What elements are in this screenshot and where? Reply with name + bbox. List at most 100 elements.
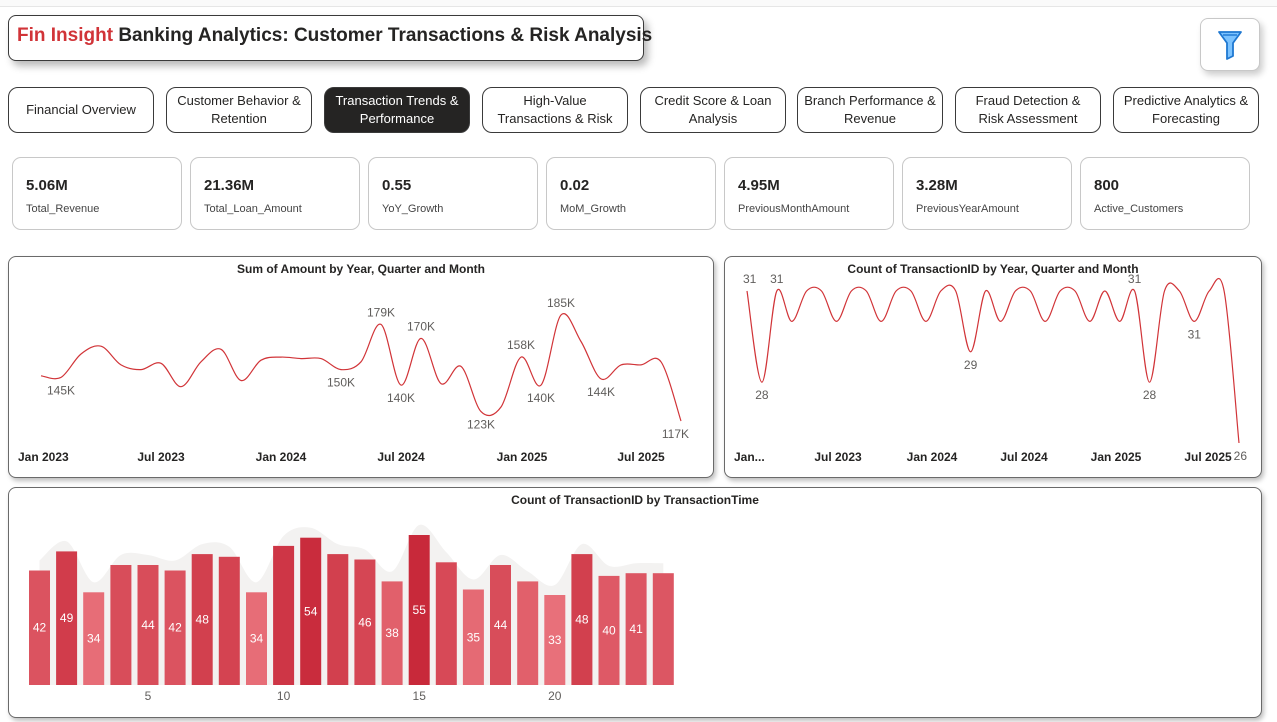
bar-data-label: 49 [60,611,74,625]
amount-data-point [640,364,643,367]
count-data-point [1178,290,1181,293]
transaction-time-bar-chart: 42 49 34 44 42 48 34 54 46 38 55 35 44 33 48 40 41 5 10 15 2… [29,524,674,703]
amount-x-tick-label: Jan 2023 [18,450,69,464]
count-x-tick-label: Jan 2024 [907,450,958,464]
top-divider [0,0,1277,7]
amount-data-point [300,357,303,360]
count-data-point [790,320,793,323]
amount-data-point [460,365,463,368]
count-data-label: 31 [770,272,784,286]
amount-data-label: 185K [547,296,575,310]
count-data-point [761,381,764,384]
tab-financial-overview[interactable]: Financial Overview [8,87,154,133]
amount-data-point [500,406,503,409]
amount-data-label: 144K [587,385,615,399]
count-data-point [969,351,972,354]
transaction-time-chart-panel[interactable]: Count of TransactionID by TransactionTim… [8,487,1262,718]
amount-data-point [220,348,223,351]
amount-data-point [660,361,663,364]
tab-branch-performance[interactable]: Branch Performance & Revenue [797,87,943,133]
amount-data-point [120,364,123,367]
bar-data-label: 34 [250,632,264,646]
amount-data-point [80,353,83,356]
amount-x-tick-label: Jul 2023 [137,450,185,464]
kpi-label: Total_Loan_Amount [204,203,302,215]
count-x-tick-label: Jan 2025 [1091,450,1142,464]
count-data-point [865,290,868,293]
bar-data-label: 44 [141,618,155,632]
bar-data-label: 40 [602,624,616,638]
amount-data-label: 140K [527,391,555,405]
count-data-label: 28 [755,388,769,402]
count-data-point [1223,290,1226,293]
count-data-point [1208,290,1211,293]
kpi-value: 5.06M [26,177,68,194]
count-line-chart: 31 28 31 29 31 28 31 26 Jan... Jul 2023 Jan 2024 Ju… [734,272,1248,464]
kpi-value: 21.36M [204,177,255,194]
bar-data-label: 46 [358,615,372,629]
count-data-point [880,320,883,323]
amount-trend-chart-panel[interactable]: Sum of Amount by Year, Quarter and Month… [8,256,714,478]
bar-data-label: 41 [629,622,643,636]
count-data-label: 26 [1234,449,1248,463]
amount-data-point [400,384,403,387]
bar [435,562,457,685]
amount-x-tick-label: Jan 2025 [497,450,548,464]
amount-data-label: 140K [387,391,415,405]
amount-data-label: 170K [407,319,435,333]
count-data-point [999,320,1002,323]
kpi-label: MoM_Growth [560,203,627,215]
kpi-label: Active_Customers [1094,203,1184,215]
bar [110,565,132,685]
kpi-value: 800 [1094,177,1120,194]
amount-series-line [40,313,682,422]
count-trend-chart-panel[interactable]: Count of TransactionID by Year, Quarter … [724,256,1262,478]
amount-data-point [260,359,263,362]
kpi-card-previous-year-amount: 3.28M PreviousYearAmount [902,157,1072,230]
amount-data-point [200,361,203,364]
tab-high-value-transactions[interactable]: High-Value Transactions & Risk [482,87,628,133]
amount-data-point [180,385,183,388]
bar [218,556,240,685]
count-data-point [1148,381,1151,384]
tab-fraud-detection[interactable]: Fraud Detection & Risk Assessment [955,87,1101,133]
kpi-label: PreviousYearAmount [916,203,1019,215]
filter-button[interactable] [1200,18,1260,71]
count-data-label: 31 [1188,327,1202,341]
kpi-card-active-customers: 800 Active_Customers [1080,157,1250,230]
kpi-label: YoY_Growth [382,203,444,215]
bar [327,554,349,685]
amount-data-label: 150K [327,376,355,390]
bar-data-label: 35 [467,630,481,644]
bar-x-tick-label: 5 [145,689,152,703]
tab-customer-behavior[interactable]: Customer Behavior & Retention [166,87,312,133]
tab-predictive-analytics[interactable]: Predictive Analytics & Forecasting [1113,87,1259,133]
count-data-point [1163,290,1166,293]
amount-data-point [440,382,443,385]
bar-background-area [39,524,664,685]
amount-data-point [340,368,343,371]
amount-data-label: 123K [467,418,495,432]
count-data-point [1104,290,1107,293]
bar-data-label: 33 [548,633,562,647]
kpi-label: Total_Revenue [26,203,100,215]
count-data-point [1089,320,1092,323]
count-data-point [940,290,943,293]
count-data-point [1029,290,1032,293]
amount-data-point [280,356,283,359]
amount-data-point [380,323,383,326]
kpi-label: PreviousMonthAmount [738,203,850,215]
amount-data-point [360,361,363,364]
count-data-point [1133,290,1136,293]
amount-data-point [540,384,543,387]
bar [273,545,295,685]
kpi-card-previous-month-amount: 4.95M PreviousMonthAmount [724,157,894,230]
amount-data-point [420,337,423,340]
tab-credit-score-loan[interactable]: Credit Score & Loan Analysis [640,87,786,133]
amount-data-label: 179K [367,305,395,319]
tab-transaction-trends[interactable]: Transaction Trends & Performance [324,87,470,133]
count-series-line [746,277,1240,444]
amount-data-point [620,364,623,367]
amount-data-point [680,420,683,423]
amount-data-point [600,378,603,381]
